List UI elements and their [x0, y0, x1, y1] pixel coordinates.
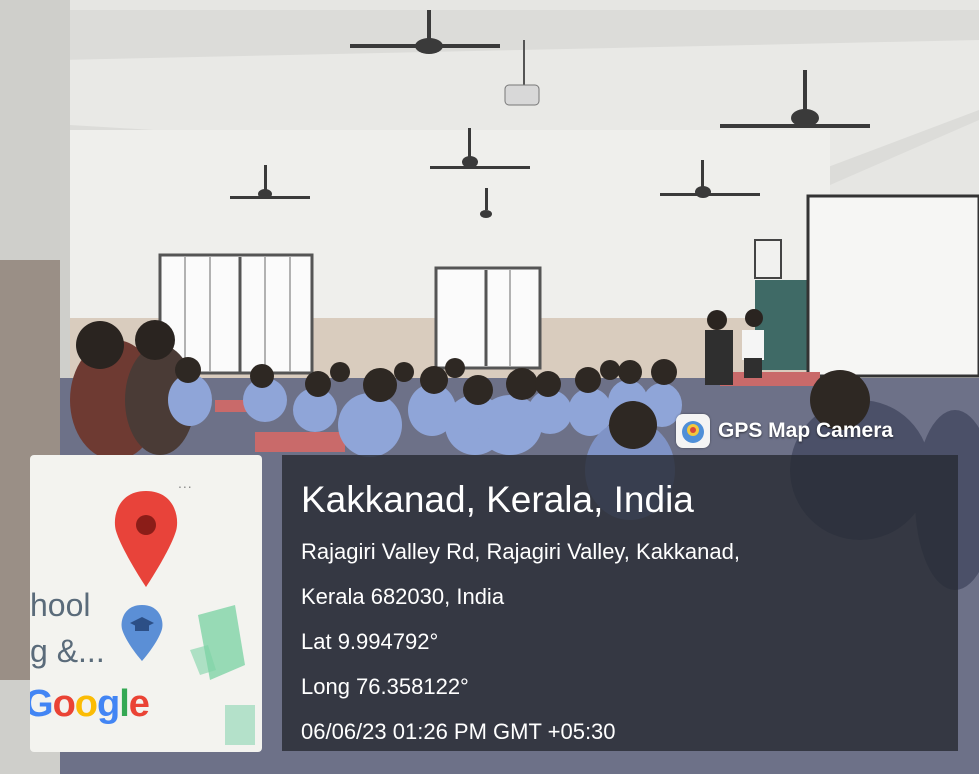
datetime-text: 06/06/23 01:26 PM GMT +05:30 [301, 719, 616, 744]
latitude-text: Lat 9.994792° [301, 629, 439, 654]
google-letter: G [30, 683, 54, 725]
google-letter: l [119, 683, 130, 725]
location-pin-icon [114, 491, 178, 587]
map-place-label-1: hool [30, 587, 91, 623]
address-line-1: Rajagiri Valley Rd, Rajagiri Valley, Kak… [301, 539, 740, 564]
place-title: Kakkanad, Kerala, India [301, 479, 694, 520]
map-place-label-2: g &... [30, 633, 105, 669]
google-logo: Google [30, 683, 150, 726]
address-line-2: Kerala 682030, India [301, 584, 505, 609]
google-letter: o [74, 683, 98, 725]
google-letter: g [97, 683, 120, 725]
school-pin-icon [121, 605, 163, 661]
map-thumbnail: ... hool g &... Google [30, 455, 262, 752]
gps-camera-app-icon [676, 414, 710, 448]
gps-map-camera-badge: GPS Map Camera [676, 414, 893, 448]
location-info-panel: Kakkanad, Kerala, India Rajagiri Valley … [282, 455, 958, 751]
gps-app-name: GPS Map Camera [718, 419, 894, 442]
google-letter: e [128, 683, 150, 725]
longitude-text: Long 76.358122° [301, 674, 469, 699]
google-letter: o [52, 683, 76, 725]
